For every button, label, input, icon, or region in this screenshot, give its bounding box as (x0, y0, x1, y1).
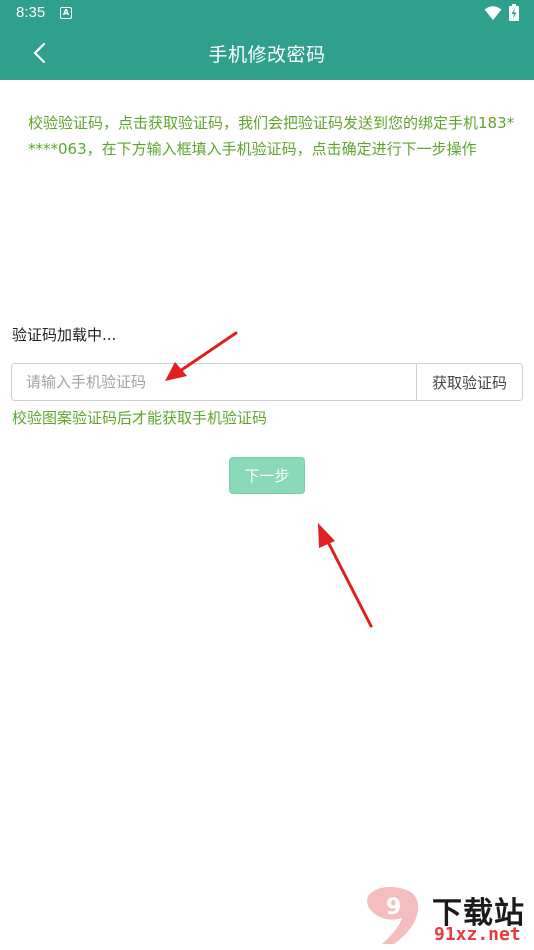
captcha-hint-text: 校验图案验证码后才能获取手机验证码 (12, 409, 268, 427)
instruction-text: 校验验证码，点击获取验证码，我们会把验证码发送到您的绑定手机183*****06… (28, 114, 515, 158)
watermark-logo: 9 (367, 887, 419, 944)
watermark-logo-glyph: 9 (386, 895, 401, 920)
verification-code-input[interactable] (12, 364, 416, 400)
get-code-button[interactable]: 获取验证码 (416, 364, 522, 400)
watermark-domain: 91xz.net (434, 924, 521, 945)
wifi-icon (484, 6, 502, 20)
next-step-button[interactable]: 下一步 (229, 457, 305, 494)
page-title: 手机修改密码 (208, 44, 326, 66)
red-arrow-to-next-button (318, 523, 373, 628)
battery-charging-icon (509, 4, 519, 21)
status-time: 8:35 (16, 4, 46, 21)
app-bar: 手机修改密码 (0, 26, 534, 80)
status-bar: 8:35 A (0, 0, 534, 26)
captcha-loading-text: 验证码加载中... (12, 326, 117, 344)
app-notification-icon: A (60, 7, 72, 19)
watermark: 9 下载站 91xz.net (360, 884, 534, 950)
verification-code-row: 获取验证码 (11, 363, 523, 401)
